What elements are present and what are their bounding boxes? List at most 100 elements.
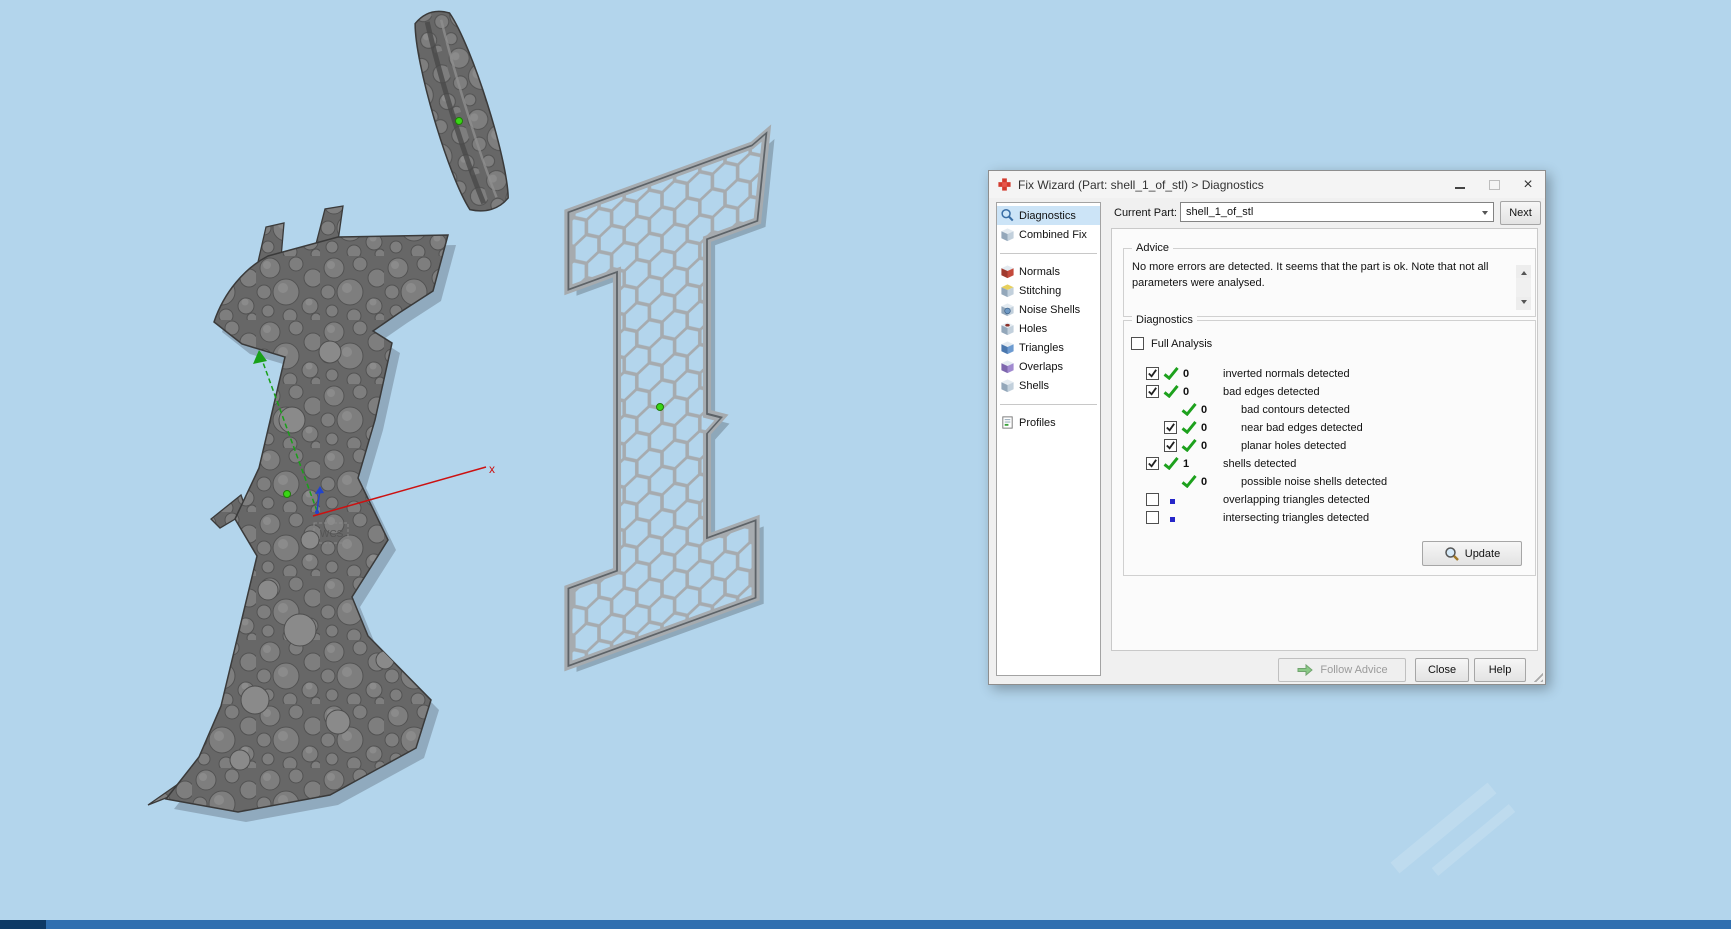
diagnostic-checkbox[interactable] xyxy=(1146,511,1159,524)
dialog-title: Fix Wizard (Part: shell_1_of_stl) > Diag… xyxy=(1018,177,1264,192)
dialog-titlebar[interactable]: Fix Wizard (Part: shell_1_of_stl) > Diag… xyxy=(989,171,1545,198)
diagnostic-count: 0 xyxy=(1201,440,1208,452)
diagnostic-row-bad-contours: 0 bad contours detected xyxy=(1124,401,1535,419)
fix-wizard-app-icon xyxy=(997,177,1012,192)
viewport-watermark xyxy=(1390,782,1516,876)
minimize-button[interactable] xyxy=(1443,171,1477,198)
chevron-down-icon[interactable] xyxy=(1476,203,1493,221)
sidebar-separator xyxy=(1000,404,1097,405)
sidebar-item-label: Diagnostics xyxy=(1019,209,1076,222)
magnifier-icon xyxy=(1444,546,1460,562)
follow-advice-button[interactable]: Follow Advice xyxy=(1278,658,1406,682)
diagnostic-checkbox[interactable] xyxy=(1146,457,1159,470)
diagnostic-row-near-bad-edges: 0 near bad edges detected xyxy=(1124,419,1535,437)
wizard-sidebar: Diagnostics Combined Fix Normals Stitchi xyxy=(996,202,1101,676)
diagnostic-label: bad edges detected xyxy=(1223,386,1320,398)
diagnostic-label: possible noise shells detected xyxy=(1241,476,1388,488)
advice-text: No more errors are detected. It seems th… xyxy=(1132,261,1489,289)
diagnostic-row-inverted-normals: 0 inverted normals detected xyxy=(1124,365,1535,383)
diagnostic-count: 0 xyxy=(1201,422,1208,434)
application-window: x WCS Fix Wizard (Part: shell_1_of_stl) … xyxy=(0,0,1731,929)
wcs-label: WCS xyxy=(320,529,344,540)
diagnostic-label: near bad edges detected xyxy=(1241,422,1363,434)
diagnostic-row-bad-edges: 0 bad edges detected xyxy=(1124,383,1535,401)
scroll-up-icon[interactable] xyxy=(1516,265,1531,278)
origin-point xyxy=(315,510,319,514)
sidebar-item-triangles[interactable]: Triangles xyxy=(997,338,1100,357)
sidebar-item-overlaps[interactable]: Overlaps xyxy=(997,357,1100,376)
sidebar-item-label: Holes xyxy=(1019,322,1048,335)
diagnostic-count: 0 xyxy=(1183,386,1190,398)
diagnostic-count: 1 xyxy=(1183,458,1190,470)
check-ok-icon xyxy=(1163,457,1179,470)
diagnostics-rows: 0 inverted normals detected 0 bad edges … xyxy=(1124,365,1535,527)
sidebar-item-label: Normals xyxy=(1019,265,1060,278)
diagnostic-row-planar-holes: 0 planar holes detected xyxy=(1124,437,1535,455)
follow-advice-label: Follow Advice xyxy=(1320,664,1388,676)
cube-icon xyxy=(1000,227,1015,242)
part-hex-plate[interactable] xyxy=(545,98,788,708)
check-ok-icon xyxy=(1163,367,1179,380)
full-analysis-label: Full Analysis xyxy=(1151,338,1213,350)
sidebar-item-label: Overlaps xyxy=(1019,360,1064,373)
current-part-combobox[interactable]: shell_1_of_stl xyxy=(1180,202,1494,222)
green-arrow-icon xyxy=(1296,663,1314,677)
update-button[interactable]: Update xyxy=(1422,541,1522,566)
update-label: Update xyxy=(1464,547,1501,560)
sidebar-separator xyxy=(1000,253,1097,254)
close-dialog-button[interactable]: Close xyxy=(1415,658,1469,682)
diagnostic-checkbox[interactable] xyxy=(1164,439,1177,452)
scroll-down-icon[interactable] xyxy=(1516,297,1531,310)
sidebar-item-label: Stitching xyxy=(1019,284,1062,297)
diagnostic-checkbox[interactable] xyxy=(1164,421,1177,434)
diagnostic-checkbox[interactable] xyxy=(1146,367,1159,380)
diagnostic-count: 0 xyxy=(1201,476,1208,488)
sidebar-item-noise-shells[interactable]: Noise Shells xyxy=(997,300,1100,319)
diagnostics-group-title: Diagnostics xyxy=(1132,314,1197,326)
sidebar-item-stitching[interactable]: Stitching xyxy=(997,281,1100,300)
sidebar-item-profiles[interactable]: Profiles xyxy=(997,413,1100,432)
part-sliver[interactable] xyxy=(404,4,517,217)
part-shell-mesh[interactable] xyxy=(147,205,456,822)
diagnostic-checkbox[interactable] xyxy=(1146,385,1159,398)
diagnostic-row-overlapping-triangles: overlapping triangles detected xyxy=(1124,491,1535,509)
taskbar[interactable] xyxy=(0,920,1731,929)
close-button[interactable]: × xyxy=(1511,171,1545,198)
wizard-main-panel: Advice No more errors are detected. It s… xyxy=(1111,228,1538,651)
page-icon xyxy=(1000,415,1015,430)
sidebar-item-combined-fix[interactable]: Combined Fix xyxy=(997,225,1100,244)
current-part-label: Current Part: xyxy=(1114,207,1177,219)
diagnostic-row-possible-noise-shells: 0 possible noise shells detected xyxy=(1124,473,1535,491)
resize-grip[interactable] xyxy=(1530,669,1543,682)
sidebar-item-holes[interactable]: Holes xyxy=(997,319,1100,338)
check-ok-icon xyxy=(1163,385,1179,398)
x-axis-label: x xyxy=(489,462,495,476)
taskbar-start-area[interactable] xyxy=(0,920,46,929)
advice-scrollbar[interactable] xyxy=(1516,265,1531,310)
cube-icon xyxy=(1000,264,1015,279)
diagnostic-label: intersecting triangles detected xyxy=(1223,512,1370,524)
cube-icon xyxy=(1000,378,1015,393)
next-button[interactable]: Next xyxy=(1500,201,1541,225)
diagnostics-groupbox: Diagnostics Full Analysis 0 inverted nor… xyxy=(1123,314,1536,576)
cube-icon xyxy=(1000,340,1015,355)
sidebar-item-shells[interactable]: Shells xyxy=(997,376,1100,395)
sidebar-item-label: Noise Shells xyxy=(1019,303,1081,316)
check-ok-icon xyxy=(1181,403,1197,416)
check-ok-icon xyxy=(1181,421,1197,434)
cube-sphere-icon xyxy=(1000,302,1015,317)
diagnostic-label: bad contours detected xyxy=(1241,404,1350,416)
sidebar-item-normals[interactable]: Normals xyxy=(997,262,1100,281)
check-ok-icon xyxy=(1181,475,1197,488)
help-button[interactable]: Help xyxy=(1474,658,1526,682)
diagnostic-label: inverted normals detected xyxy=(1223,368,1350,380)
diagnostic-label: shells detected xyxy=(1223,458,1297,470)
maximize-button[interactable] xyxy=(1477,171,1511,198)
diagnostic-count: 0 xyxy=(1183,368,1190,380)
diagnostic-label: overlapping triangles detected xyxy=(1223,494,1370,506)
diagnostic-checkbox[interactable] xyxy=(1146,493,1159,506)
sidebar-item-diagnostics[interactable]: Diagnostics xyxy=(997,206,1100,225)
sidebar-item-label: Shells xyxy=(1019,379,1049,392)
full-analysis-checkbox[interactable] xyxy=(1131,337,1144,350)
sidebar-item-label: Combined Fix xyxy=(1019,228,1087,241)
